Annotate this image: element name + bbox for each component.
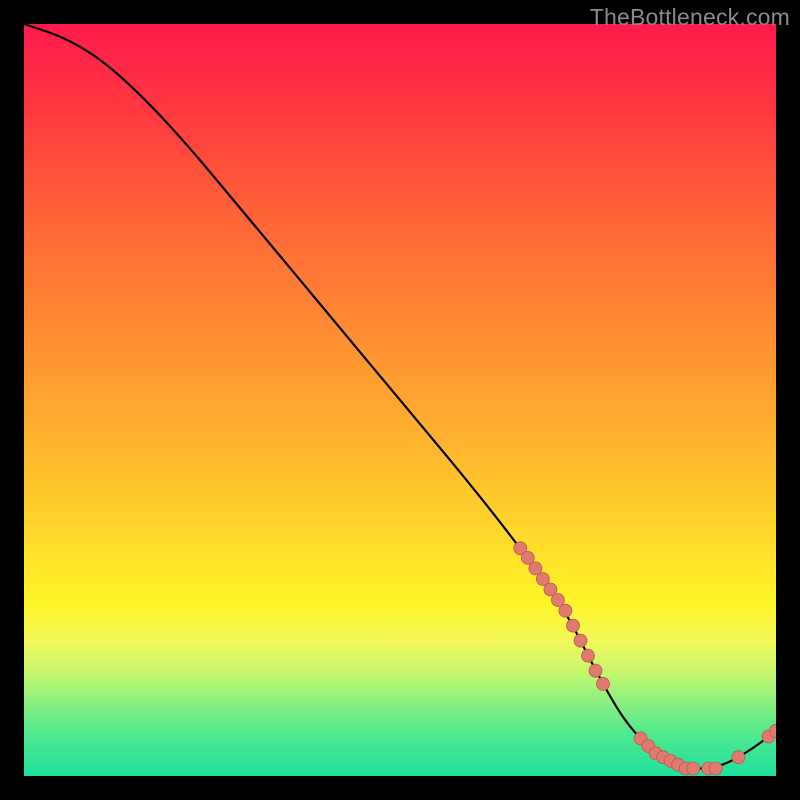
watermark-text: TheBottleneck.com (590, 4, 790, 31)
data-marker (687, 762, 700, 775)
data-markers (514, 542, 776, 775)
data-marker (732, 751, 745, 764)
data-marker (559, 604, 572, 617)
data-marker (597, 677, 610, 690)
data-marker (574, 634, 587, 647)
bottleneck-curve (24, 24, 776, 769)
data-marker (567, 619, 580, 632)
data-marker (582, 649, 595, 662)
data-marker (589, 664, 602, 677)
plot-area (24, 24, 776, 776)
data-marker (709, 762, 722, 775)
chart-overlay (24, 24, 776, 776)
